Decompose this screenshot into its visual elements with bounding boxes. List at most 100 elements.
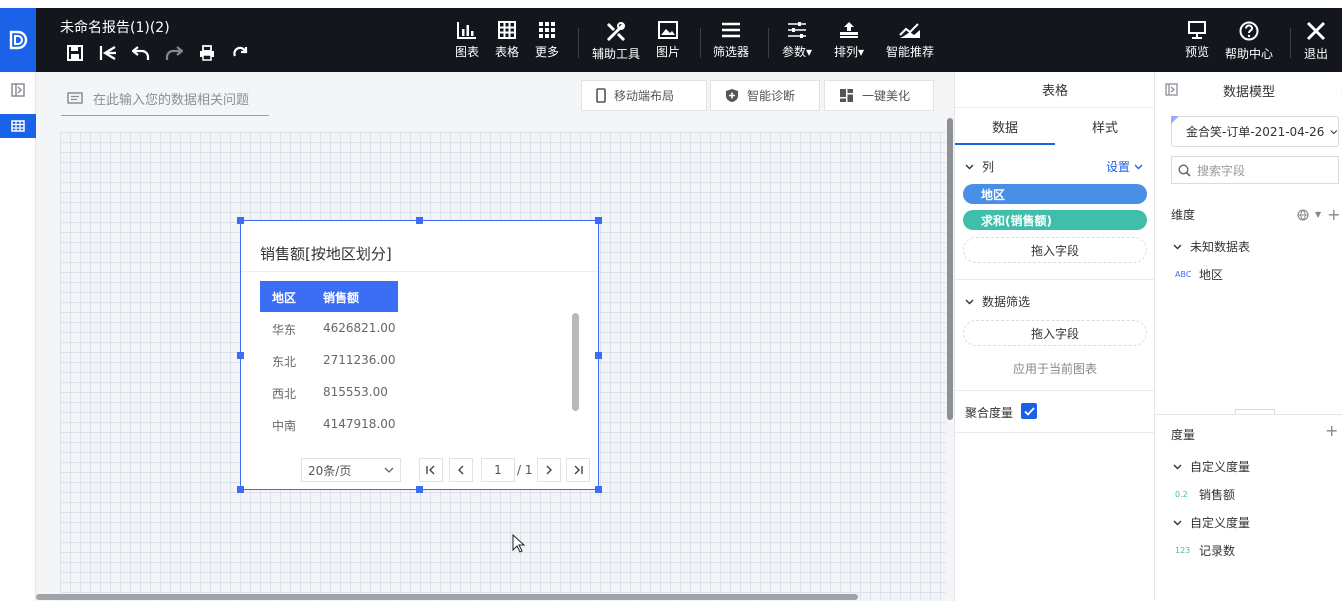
column-header[interactable]: 销售额	[323, 289, 359, 306]
tree-group-custom-measure[interactable]: 自定义度量	[1173, 458, 1250, 475]
beautify-label: 一键美化	[862, 89, 911, 103]
table-widget[interactable]: 销售额[按地区划分] 地区 销售额 华东 4626821.00 东北 27112…	[237, 217, 602, 493]
dataset-select[interactable]: 金合笑-订单-2021-04-26	[1171, 116, 1339, 147]
resize-handle[interactable]	[416, 217, 423, 224]
table-row: 中南 4147918.00	[260, 409, 510, 441]
save-icon[interactable]	[58, 43, 91, 63]
tab-data[interactable]: 数据	[955, 108, 1055, 145]
caret-down-icon[interactable]: ▼	[1315, 210, 1321, 219]
smart-recommend-button[interactable]: 智能推荐	[886, 21, 934, 67]
mobile-layout-button[interactable]: 移动端布局	[581, 80, 707, 111]
chevron-down-icon	[1173, 520, 1182, 525]
toolbar-divider	[578, 28, 579, 58]
more-button[interactable]: 更多	[535, 21, 559, 67]
add-dimension-icon[interactable]: +	[1327, 205, 1340, 224]
field-chip-region[interactable]: 地区	[963, 184, 1147, 204]
vertical-scrollbar[interactable]	[947, 118, 953, 420]
apply-current-chart[interactable]: 应用于当前图表	[955, 360, 1155, 377]
columns-drop-zone[interactable]: 拖入字段	[963, 237, 1147, 263]
last-page-button[interactable]	[566, 458, 590, 482]
mouse-cursor-icon	[512, 534, 526, 553]
chevron-down-icon	[1173, 244, 1182, 249]
add-measure-icon[interactable]: +	[1325, 421, 1338, 440]
field-label: 地区	[1199, 268, 1224, 282]
page-total: / 1	[517, 463, 533, 477]
resize-handle[interactable]	[595, 217, 602, 224]
quick-tools	[58, 43, 256, 63]
tree-group-unknown-table[interactable]: 未知数据表	[1173, 238, 1250, 255]
table-button[interactable]: 表格	[495, 21, 519, 67]
dashboard-icon	[840, 89, 853, 102]
resize-handle[interactable]	[416, 486, 423, 493]
top-toolbar: 未命名报告(1)(2) 图表 表格 更多 辅助工具 图片 筛选器 参数▾ 排列▾…	[0, 8, 1342, 72]
shield-plus-icon	[726, 89, 738, 102]
resize-handle[interactable]	[237, 486, 244, 493]
column-header[interactable]: 地区	[272, 289, 296, 306]
mobile-layout-label: 移动端布局	[614, 89, 675, 103]
prev-page-button[interactable]	[449, 458, 473, 482]
refresh-icon[interactable]	[223, 43, 256, 63]
table-view-icon[interactable]	[0, 114, 36, 138]
resize-handle[interactable]	[595, 486, 602, 493]
resize-handle[interactable]	[595, 352, 602, 359]
first-page-button[interactable]	[419, 458, 443, 482]
arrange-label: 排列▾	[834, 45, 865, 59]
field-chip-sum-sales[interactable]: 求和(销售额)	[963, 210, 1147, 230]
tools-icon	[606, 22, 626, 41]
params-label: 参数▾	[782, 45, 813, 59]
tab-style[interactable]: 样式	[1055, 108, 1155, 145]
chevron-right-icon	[546, 465, 552, 475]
expand-panel-icon[interactable]	[0, 78, 36, 102]
smart-diagnose-button[interactable]: 智能诊断	[710, 80, 820, 111]
table-scrollbar[interactable]	[572, 313, 579, 411]
field-label: 销售额	[1199, 488, 1236, 502]
ask-question-input[interactable]: 在此输入您的数据相关问题	[61, 82, 269, 116]
field-item-sales[interactable]: 0.2 销售额	[1175, 486, 1235, 503]
filter-drop-zone[interactable]: 拖入字段	[963, 320, 1147, 346]
table-cell: 2711236.00	[323, 353, 396, 367]
smart-diagnose-label: 智能诊断	[747, 89, 796, 103]
more-vertical-icon[interactable]: ⋮	[1337, 83, 1342, 97]
beautify-button[interactable]: 一键美化	[824, 80, 934, 111]
params-button[interactable]: 参数▾	[782, 21, 812, 67]
redo-icon[interactable]	[157, 43, 190, 63]
filter-button[interactable]: 筛选器	[713, 21, 749, 67]
field-search-input[interactable]: 搜索字段	[1171, 156, 1339, 184]
toolbar-divider	[768, 28, 769, 58]
preview-button[interactable]: 预览	[1185, 21, 1209, 67]
report-title[interactable]: 未命名报告(1)(2)	[60, 17, 170, 37]
app-logo[interactable]	[0, 8, 36, 72]
next-page-button[interactable]	[537, 458, 561, 482]
page-number-input[interactable]: 1	[481, 458, 515, 482]
exit-button[interactable]: 退出	[1304, 21, 1328, 67]
back-icon[interactable]	[91, 43, 124, 63]
active-tab-indicator	[955, 143, 1055, 145]
table-cell: 华东	[272, 323, 297, 337]
undo-icon[interactable]	[124, 43, 157, 63]
image-button[interactable]: 图片	[656, 21, 680, 67]
globe-icon[interactable]	[1297, 208, 1309, 221]
page-size-select[interactable]: 20条/页	[301, 458, 401, 482]
field-item-record-count[interactable]: 123 记录数	[1175, 542, 1235, 559]
tree-group-custom-measure[interactable]: 自定义度量	[1173, 514, 1250, 531]
dataset-name: 金合笑-订单-2021-04-26	[1186, 125, 1325, 139]
arrange-button[interactable]: 排列▾	[834, 21, 864, 67]
field-item-region[interactable]: ABC 地区	[1175, 266, 1223, 283]
help-icon	[1239, 21, 1259, 41]
section-divider	[955, 432, 1155, 433]
aggregate-checkbox[interactable]	[1021, 403, 1037, 419]
close-icon	[1306, 21, 1326, 41]
resize-handle[interactable]	[237, 352, 244, 359]
horizontal-scrollbar[interactable]	[36, 594, 858, 600]
columns-section-label: 列	[982, 160, 995, 174]
chart-label: 图表	[455, 45, 480, 59]
aux-tools-button[interactable]: 辅助工具	[592, 21, 640, 67]
help-button[interactable]: 帮助中心	[1225, 21, 1273, 67]
settings-dropdown[interactable]: 设置	[1106, 158, 1143, 175]
print-icon[interactable]	[190, 43, 223, 63]
chart-button[interactable]: 图表	[455, 21, 479, 67]
resize-handle[interactable]	[237, 217, 244, 224]
filter-section-toggle[interactable]: 数据筛选	[965, 293, 1030, 310]
table-row: 华东 4626821.00	[260, 313, 510, 345]
columns-section-toggle[interactable]: 列	[965, 158, 994, 175]
